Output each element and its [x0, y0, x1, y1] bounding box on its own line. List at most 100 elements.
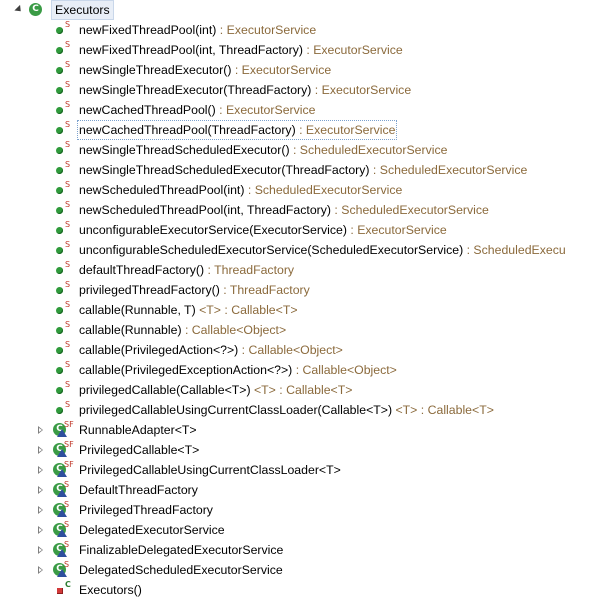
static-modifier-icon: S: [65, 100, 71, 109]
method-label[interactable]: callable(Runnable, T) <T> : Callable<T>: [79, 300, 298, 320]
return-separator: :: [219, 283, 230, 297]
return-separator: :: [204, 263, 215, 277]
default-access-triangle-icon: [57, 529, 67, 537]
default-access-triangle-icon: [57, 569, 67, 577]
static-modifier-icon: S: [65, 180, 71, 189]
return-separator: :: [289, 143, 300, 157]
return-separator: :: [331, 203, 342, 217]
method-label[interactable]: newSingleThreadExecutor(ThreadFactory) :…: [79, 80, 411, 100]
nested-class-label[interactable]: DelegatedExecutorService: [79, 520, 225, 540]
return-type: ThreadFactory: [214, 263, 295, 277]
method-label[interactable]: newFixedThreadPool(int) : ExecutorServic…: [79, 20, 316, 40]
method-label[interactable]: privilegedCallable(Callable<T>) <T> : Ca…: [79, 380, 352, 400]
method-label[interactable]: privilegedCallableUsingCurrentClassLoade…: [79, 400, 494, 420]
return-type: ExecutorService: [357, 223, 447, 237]
static-modifier-icon: S: [65, 60, 71, 69]
nested-class-label[interactable]: DefaultThreadFactory: [79, 480, 198, 500]
constructor-label[interactable]: Executors(): [79, 580, 142, 600]
nested-class-label[interactable]: DelegatedScheduledExecutorService: [79, 560, 283, 580]
default-access-triangle-icon: [57, 489, 67, 497]
expand-arrow-icon[interactable]: [35, 560, 47, 580]
public-method-icon: S: [53, 60, 73, 80]
method-name: newScheduledThreadPool(int, ThreadFactor…: [79, 203, 331, 217]
type-parameter: <T>: [395, 403, 418, 417]
method-name: privilegedCallableUsingCurrentClassLoade…: [79, 403, 393, 417]
nested-class-label[interactable]: PrivilegedCallable<T>: [79, 440, 199, 460]
return-type: Callable<T>: [231, 303, 298, 317]
modifier-icon: S: [64, 520, 70, 529]
method-label[interactable]: newSingleThreadScheduledExecutor() : Sch…: [79, 140, 447, 160]
expand-arrow-icon[interactable]: [35, 460, 47, 480]
method-label[interactable]: callable(PrivilegedAction<?>) : Callable…: [79, 340, 343, 360]
return-separator: :: [231, 63, 242, 77]
public-dot-icon: [56, 247, 63, 254]
method-label[interactable]: callable(PrivilegedExceptionAction<?>) :…: [79, 360, 397, 380]
modifier-icon: S: [64, 480, 70, 489]
class-c-glyph: C: [29, 3, 42, 16]
return-separator: :: [417, 403, 428, 417]
static-modifier-icon: S: [65, 280, 71, 289]
public-method-icon: S: [53, 180, 73, 200]
public-method-icon: S: [53, 300, 73, 320]
method-label[interactable]: newCachedThreadPool() : ExecutorService: [79, 100, 316, 120]
method-name: callable(PrivilegedExceptionAction<?>): [79, 363, 293, 377]
method-label[interactable]: newSingleThreadExecutor() : ExecutorServ…: [79, 60, 331, 80]
method-name: unconfigurableScheduledExecutorService(S…: [79, 243, 464, 257]
return-separator: :: [181, 323, 192, 337]
modifier-icon: S: [64, 500, 70, 509]
constructor-modifier-icon: C: [65, 580, 71, 589]
return-separator: :: [302, 43, 314, 57]
method-label[interactable]: newScheduledThreadPool(int) : ScheduledE…: [79, 180, 402, 200]
nested-class-label[interactable]: RunnableAdapter<T>: [79, 420, 197, 440]
public-method-icon: S: [53, 220, 73, 240]
method-label[interactable]: newCachedThreadPool(ThreadFactory) : Exe…: [77, 120, 398, 140]
static-modifier-icon: S: [65, 80, 71, 89]
static-modifier-icon: S: [65, 380, 71, 389]
return-separator: :: [215, 103, 226, 117]
method-label[interactable]: privilegedThreadFactory() : ThreadFactor…: [79, 280, 310, 300]
expand-arrow-icon[interactable]: [35, 520, 47, 540]
method-label[interactable]: unconfigurableExecutorService(ExecutorSe…: [79, 220, 447, 240]
public-dot-icon: [56, 47, 63, 54]
expand-arrow-icon[interactable]: [35, 480, 47, 500]
static-modifier-icon: S: [65, 260, 71, 269]
method-label[interactable]: newFixedThreadPool(int, ThreadFactory) :…: [79, 40, 403, 60]
public-method-icon: S: [53, 380, 73, 400]
public-dot-icon: [56, 87, 63, 94]
return-type: ExecutorService: [226, 23, 317, 37]
root-class-label[interactable]: Executors: [51, 0, 114, 20]
nested-class-label[interactable]: FinalizableDelegatedExecutorService: [79, 540, 283, 560]
type-parameter: <T>: [199, 303, 221, 317]
modifier-icon: S: [64, 540, 70, 549]
return-type: ExecutorService: [241, 63, 332, 77]
method-label[interactable]: unconfigurableScheduledExecutorService(S…: [79, 240, 566, 260]
method-label[interactable]: newSingleThreadScheduledExecutor(ThreadF…: [79, 160, 527, 180]
static-modifier-icon: S: [65, 300, 71, 309]
collapse-arrow-icon[interactable]: [13, 0, 25, 20]
method-name: newFixedThreadPool(int): [79, 23, 217, 37]
modifier-icon: SF: [64, 440, 74, 449]
return-type: ScheduledExecutorService: [341, 203, 489, 217]
nested-class-label[interactable]: PrivilegedCallableUsingCurrentClassLoade…: [79, 460, 341, 480]
expand-arrow-icon[interactable]: [35, 500, 47, 520]
public-method-icon: S: [53, 280, 73, 300]
public-method-icon: S: [53, 100, 73, 120]
method-name: callable(PrivilegedAction<?>): [79, 343, 239, 357]
expand-arrow-icon[interactable]: [35, 420, 47, 440]
nested-class-icon: CS: [52, 480, 72, 500]
return-type: Callable<T>: [427, 403, 494, 417]
nested-class-icon: CS: [52, 540, 72, 560]
static-modifier-icon: S: [65, 160, 71, 169]
public-dot-icon: [56, 367, 63, 374]
public-dot-icon: [56, 387, 63, 394]
method-label[interactable]: callable(Runnable) : Callable<Object>: [79, 320, 286, 340]
expand-arrow-icon[interactable]: [35, 440, 47, 460]
type-parameter: <T>: [253, 383, 276, 397]
method-name: callable(Runnable, T): [79, 303, 196, 317]
method-label[interactable]: newScheduledThreadPool(int, ThreadFactor…: [79, 200, 489, 220]
expand-arrow-icon[interactable]: [35, 540, 47, 560]
nested-class-label[interactable]: PrivilegedThreadFactory: [79, 500, 213, 520]
method-name: newSingleThreadExecutor(ThreadFactory): [79, 83, 312, 97]
public-method-icon: S: [53, 260, 73, 280]
method-label[interactable]: defaultThreadFactory() : ThreadFactory: [79, 260, 294, 280]
